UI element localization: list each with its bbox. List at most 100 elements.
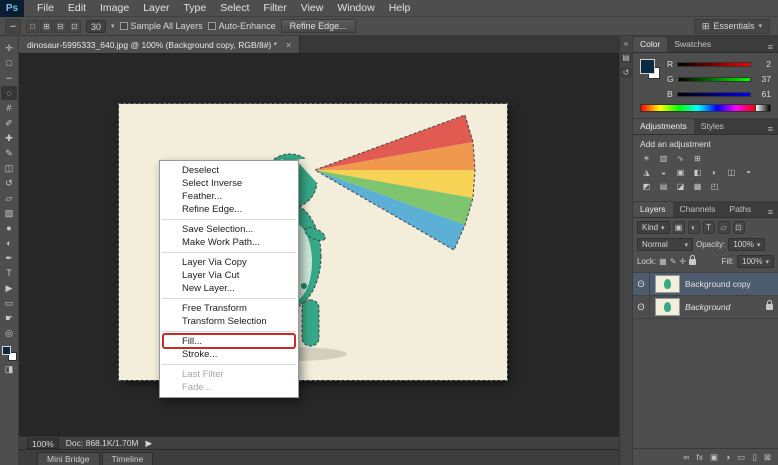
panel-menu-icon[interactable]: ≡: [768, 42, 778, 52]
color-swatches[interactable]: [1, 346, 17, 361]
green-slider[interactable]: [677, 76, 751, 82]
type-tool[interactable]: T: [1, 266, 17, 280]
foreground-color-swatch[interactable]: [1, 346, 11, 355]
green-value[interactable]: 37: [755, 74, 771, 84]
context-menu-item-layer-via-copy[interactable]: Layer Via Copy: [160, 256, 298, 269]
canvas-pasteboard[interactable]: Deselect Select Inverse Feather... Refin…: [19, 54, 619, 436]
eyedropper-tool[interactable]: ✐: [1, 116, 17, 130]
healing-brush-tool[interactable]: ✚: [1, 131, 17, 145]
add-selection-icon[interactable]: ⊞: [40, 19, 53, 33]
auto-enhance-checkbox[interactable]: [207, 22, 216, 30]
intersect-selection-icon[interactable]: ⊡: [68, 19, 81, 33]
context-menu-item-stroke[interactable]: Stroke...: [160, 348, 298, 361]
filter-adjustment-layers-icon[interactable]: ◐: [687, 221, 700, 234]
crop-tool[interactable]: #: [1, 101, 17, 115]
delete-layer-icon[interactable]: ⊠: [764, 452, 771, 463]
context-menu-item-transform-selection[interactable]: Transform Selection: [160, 315, 298, 328]
tab-mini-bridge[interactable]: Mini Bridge: [37, 452, 100, 465]
red-slider[interactable]: [677, 61, 751, 67]
rectangular-marquee-tool[interactable]: □: [1, 56, 17, 70]
move-tool[interactable]: ✛: [1, 41, 17, 55]
selective-color-icon[interactable]: ◰: [708, 181, 721, 192]
gradient-map-icon[interactable]: ▦: [691, 181, 704, 192]
sample-all-layers-checkbox[interactable]: [119, 22, 128, 30]
tab-layers[interactable]: Layers: [633, 202, 673, 217]
blend-mode-dropdown[interactable]: Normal ▾: [637, 238, 693, 251]
clone-stamp-tool[interactable]: ◫: [1, 161, 17, 175]
kind-filter-dropdown[interactable]: Kind ▾: [637, 221, 670, 234]
menu-select[interactable]: Select: [213, 0, 256, 17]
gradient-tool[interactable]: ▨: [1, 206, 17, 220]
blur-tool[interactable]: ●: [1, 221, 17, 235]
new-layer-icon[interactable]: ▯: [752, 452, 757, 463]
tab-timeline[interactable]: Timeline: [101, 452, 154, 465]
lock-all-icon[interactable]: [689, 254, 697, 265]
layer-style-fx-icon[interactable]: fx: [696, 452, 703, 462]
blue-slider[interactable]: [676, 91, 751, 97]
history-brush-tool[interactable]: ↺: [1, 176, 17, 190]
layer-name[interactable]: Background copy: [685, 279, 751, 289]
channel-mixer-icon[interactable]: ◫: [725, 167, 738, 178]
panel-color-swatches[interactable]: [640, 59, 660, 79]
color-balance-icon[interactable]: ▣: [674, 167, 687, 178]
photo-filter-icon[interactable]: ◐: [708, 167, 721, 178]
context-menu-item-refine-edge[interactable]: Refine Edge...: [160, 203, 298, 216]
panel-menu-icon[interactable]: ≡: [768, 207, 778, 217]
visibility-eye-icon[interactable]: ʘ: [633, 296, 650, 318]
lock-transparency-icon[interactable]: ▦: [659, 257, 667, 266]
context-menu-item-select-inverse[interactable]: Select Inverse: [160, 177, 298, 190]
menu-window[interactable]: Window: [330, 0, 381, 17]
brightness-contrast-icon[interactable]: ☀: [640, 153, 653, 164]
status-flyout-icon[interactable]: ▶: [146, 438, 153, 449]
layer-row-background-copy[interactable]: ʘ Background copy: [633, 273, 778, 296]
curves-icon[interactable]: ∿: [674, 153, 687, 164]
tab-paths[interactable]: Paths: [722, 202, 758, 217]
quick-mask-icon[interactable]: ◨: [1, 362, 17, 376]
context-menu-item-deselect[interactable]: Deselect: [160, 164, 298, 177]
visibility-eye-icon[interactable]: ʘ: [633, 273, 650, 295]
menu-help[interactable]: Help: [382, 0, 418, 17]
new-adjustment-layer-icon[interactable]: ◑: [725, 452, 730, 462]
threshold-icon[interactable]: ◪: [674, 181, 687, 192]
zoom-tool[interactable]: ◎: [1, 326, 17, 340]
menu-filter[interactable]: Filter: [256, 0, 293, 17]
close-icon[interactable]: ×: [286, 40, 291, 50]
link-layers-icon[interactable]: ∞: [683, 452, 689, 462]
color-lookup-icon[interactable]: ◓: [742, 167, 755, 178]
context-menu-item-make-work-path[interactable]: Make Work Path...: [160, 236, 298, 249]
lock-pixels-icon[interactable]: ✎: [670, 257, 677, 266]
filter-type-layers-icon[interactable]: T: [702, 221, 715, 234]
layer-thumbnail[interactable]: [655, 275, 680, 293]
brush-size-dropdown-icon[interactable]: ▾: [111, 22, 115, 30]
zoom-level-field[interactable]: 100%: [27, 437, 59, 449]
rectangle-tool[interactable]: ▭: [1, 296, 17, 310]
tab-adjustments[interactable]: Adjustments: [633, 119, 694, 134]
context-menu-item-layer-via-cut[interactable]: Layer Via Cut: [160, 269, 298, 282]
layer-thumbnail[interactable]: [655, 298, 680, 316]
filter-shape-layers-icon[interactable]: ▱: [717, 221, 730, 234]
color-spectrum-bar[interactable]: [640, 104, 755, 112]
menu-type[interactable]: Type: [176, 0, 213, 17]
panel-foreground-swatch[interactable]: [640, 59, 655, 74]
quick-selection-tool[interactable]: ◌: [1, 86, 17, 100]
brush-size-field[interactable]: 30: [86, 19, 107, 33]
menu-image[interactable]: Image: [93, 0, 136, 17]
context-menu-item-feather[interactable]: Feather...: [160, 190, 298, 203]
blue-value[interactable]: 61: [755, 89, 771, 99]
eraser-tool[interactable]: ▱: [1, 191, 17, 205]
lasso-tool[interactable]: ∽: [1, 71, 17, 85]
menu-edit[interactable]: Edit: [61, 0, 93, 17]
context-menu-item-fill[interactable]: Fill...: [160, 333, 298, 349]
history-panel-icon[interactable]: ↺: [620, 67, 632, 78]
brush-tool[interactable]: ✎: [1, 146, 17, 160]
levels-icon[interactable]: ▥: [657, 153, 670, 164]
properties-panel-icon[interactable]: ▤: [620, 52, 632, 63]
context-menu-item-new-layer[interactable]: New Layer...: [160, 282, 298, 295]
tab-swatches[interactable]: Swatches: [667, 37, 718, 52]
active-tool-icon[interactable]: ∽: [5, 18, 21, 34]
menu-file[interactable]: File: [30, 0, 61, 17]
opacity-dropdown[interactable]: 100% ▾: [728, 238, 766, 251]
black-white-icon[interactable]: ◧: [691, 167, 704, 178]
workspace-switcher[interactable]: ⊞ Essentials ▾: [693, 18, 770, 34]
document-tab[interactable]: dinosaur-5995333_640.jpg @ 100% (Backgro…: [19, 36, 301, 53]
